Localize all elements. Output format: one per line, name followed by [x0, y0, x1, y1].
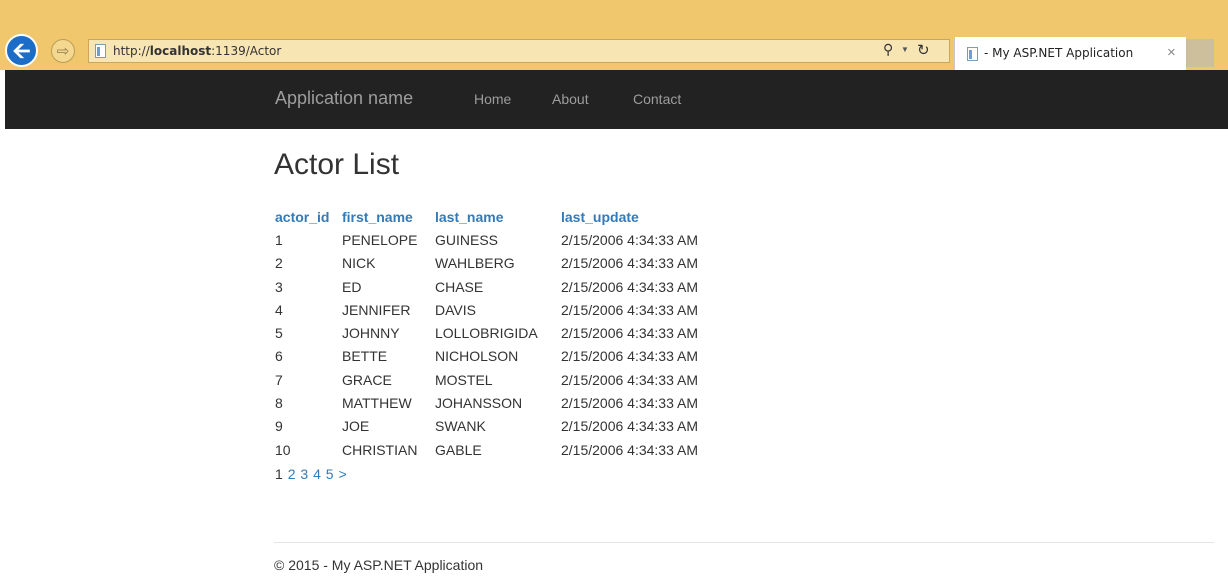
cell-first-name: JENNIFER — [342, 301, 411, 318]
cell-last-name: LOLLOBRIGIDA — [435, 325, 538, 342]
table-row: 5 JOHNNY LOLLOBRIGIDA 2/15/2006 4:34:33 … — [275, 321, 698, 344]
pager: 1 2 3 4 5 > — [275, 461, 698, 487]
table-row: 2 NICK WAHLBERG 2/15/2006 4:34:33 AM — [275, 252, 698, 275]
cell-last-name: DAVIS — [435, 301, 476, 318]
refresh-icon[interactable]: ↻ — [917, 41, 930, 59]
cell-first-name: NICK — [342, 255, 376, 272]
search-icon[interactable]: ⚲ — [883, 42, 893, 58]
column-header-actor-id[interactable]: actor_id — [275, 205, 342, 228]
address-bar[interactable]: http://localhost:1139/Actor ⚲ ▼ ↻ — [88, 39, 950, 63]
cell-actor-id: 3 — [275, 278, 283, 295]
cell-last-name: GUINESS — [435, 231, 499, 248]
tab-title: - My ASP.NET Application — [984, 46, 1134, 60]
pager-link-next[interactable]: > — [338, 466, 346, 482]
browser-tab[interactable]: - My ASP.NET Application × — [954, 37, 1186, 70]
cell-last-update: 2/15/2006 4:34:33 AM — [561, 371, 698, 388]
cell-first-name: MATTHEW — [342, 395, 412, 412]
column-header-first-name[interactable]: first_name — [342, 205, 435, 228]
cell-last-update: 2/15/2006 4:34:33 AM — [561, 325, 698, 342]
new-tab-button[interactable] — [1186, 39, 1214, 67]
nav-link-home[interactable]: Home — [474, 91, 511, 107]
table-row: 4 JENNIFER DAVIS 2/15/2006 4:34:33 AM — [275, 298, 698, 321]
table-row: 6 BETTE NICHOLSON 2/15/2006 4:34:33 AM — [275, 345, 698, 368]
cell-last-update: 2/15/2006 4:34:33 AM — [561, 418, 698, 435]
nav-link-contact[interactable]: Contact — [633, 91, 681, 107]
page-title: Actor List — [274, 148, 400, 181]
footer-divider — [274, 542, 1214, 543]
pager-current-page: 1 — [275, 466, 283, 483]
cell-last-name: CHASE — [435, 278, 484, 295]
cell-last-name: NICHOLSON — [435, 348, 519, 365]
cell-actor-id: 1 — [275, 231, 283, 248]
table-body: 1 PENELOPE GUINESS 2/15/2006 4:34:33 AM … — [275, 228, 698, 487]
close-tab-icon[interactable]: × — [1167, 44, 1176, 61]
cell-last-name: JOHANSSON — [435, 395, 523, 412]
cell-last-update: 2/15/2006 4:34:33 AM — [561, 301, 698, 318]
pager-link-page-5[interactable]: 5 — [326, 466, 334, 482]
cell-last-update: 2/15/2006 4:34:33 AM — [561, 255, 698, 272]
nav-link-about[interactable]: About — [552, 91, 589, 107]
column-header-last-name[interactable]: last_name — [435, 205, 561, 228]
cell-first-name: JOHNNY — [342, 325, 400, 342]
brand-link[interactable]: Application name — [275, 88, 413, 109]
back-arrow-icon: 🡨 — [12, 37, 31, 63]
cell-first-name: JOE — [342, 418, 370, 435]
forward-arrow-icon: ⇨ — [56, 42, 70, 60]
actor-table: actor_id first_name last_name last_updat… — [275, 205, 698, 487]
cell-last-name: WAHLBERG — [435, 255, 515, 272]
table-row: 3 ED CHASE 2/15/2006 4:34:33 AM — [275, 275, 698, 298]
table-row: 1 PENELOPE GUINESS 2/15/2006 4:34:33 AM — [275, 228, 698, 251]
cell-actor-id: 10 — [275, 441, 291, 458]
cell-last-name: GABLE — [435, 441, 482, 458]
column-header-last-update[interactable]: last_update — [561, 205, 698, 228]
cell-first-name: GRACE — [342, 371, 392, 388]
dropdown-arrow-icon[interactable]: ▼ — [901, 45, 909, 54]
cell-actor-id: 5 — [275, 325, 283, 342]
pager-link-page-3[interactable]: 3 — [300, 466, 308, 482]
table-row: 10 CHRISTIAN GABLE 2/15/2006 4:34:33 AM — [275, 438, 698, 461]
pager-link-page-2[interactable]: 2 — [288, 466, 296, 482]
cell-actor-id: 6 — [275, 348, 283, 365]
cell-first-name: BETTE — [342, 348, 388, 365]
cell-last-update: 2/15/2006 4:34:33 AM — [561, 395, 698, 412]
browser-chrome: 🡨 ⇨ http://localhost:1139/Actor ⚲ ▼ ↻ - … — [0, 0, 1228, 70]
cell-actor-id: 2 — [275, 255, 283, 272]
cell-actor-id: 4 — [275, 301, 283, 318]
cell-last-update: 2/15/2006 4:34:33 AM — [561, 441, 698, 458]
cell-first-name: PENELOPE — [342, 231, 418, 248]
footer-text: © 2015 - My ASP.NET Application — [274, 557, 484, 573]
cell-first-name: ED — [342, 278, 362, 295]
forward-button[interactable]: ⇨ — [51, 39, 75, 63]
table-row: 8 MATTHEW JOHANSSON 2/15/2006 4:34:33 AM — [275, 391, 698, 414]
cell-last-update: 2/15/2006 4:34:33 AM — [561, 231, 698, 248]
cell-actor-id: 7 — [275, 371, 283, 388]
url-text[interactable]: http://localhost:1139/Actor — [113, 44, 281, 58]
pager-row: 1 2 3 4 5 > — [275, 461, 698, 487]
navbar: Application name Home About Contact — [5, 70, 1228, 129]
cell-last-name: MOSTEL — [435, 371, 493, 388]
cell-actor-id: 8 — [275, 395, 283, 412]
cell-actor-id: 9 — [275, 418, 283, 435]
cell-last-name: SWANK — [435, 418, 486, 435]
table-header-row: actor_id first_name last_name last_updat… — [275, 205, 698, 228]
table-row: 7 GRACE MOSTEL 2/15/2006 4:34:33 AM — [275, 368, 698, 391]
cell-first-name: CHRISTIAN — [342, 441, 418, 458]
pager-link-page-4[interactable]: 4 — [313, 466, 321, 482]
back-button[interactable]: 🡨 — [5, 34, 38, 67]
tab-page-icon — [967, 47, 978, 61]
page-icon — [95, 44, 106, 58]
cell-last-update: 2/15/2006 4:34:33 AM — [561, 348, 698, 365]
cell-last-update: 2/15/2006 4:34:33 AM — [561, 278, 698, 295]
table-row: 9 JOE SWANK 2/15/2006 4:34:33 AM — [275, 415, 698, 438]
